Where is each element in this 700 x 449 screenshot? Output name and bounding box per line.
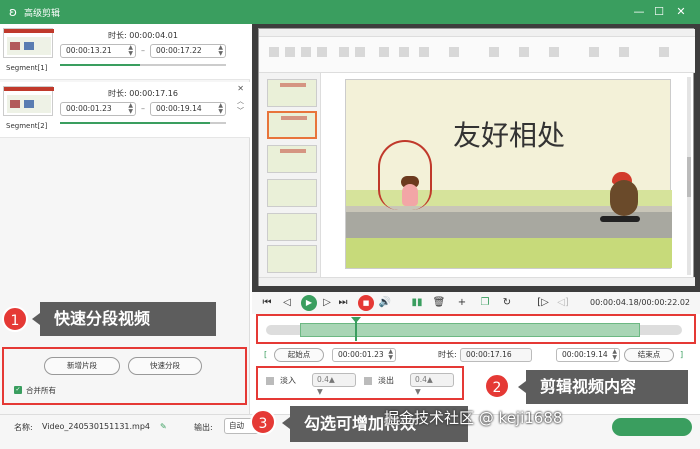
callout-edit: 剪辑视频内容 [518,370,688,404]
fade-out-input[interactable]: 0.4▲ ▼ [410,373,454,396]
girl-illustration [402,184,418,206]
app-logo-icon: ʚ [9,5,17,19]
playback-timecode: 00:00:04.18/00:00:22.02 [590,298,690,307]
range-end-input[interactable]: 00:00:19.14 ▲ ▼ [556,348,620,362]
end-bracket-icon: ] [680,350,684,359]
segment-duration: 时长: 00:00:04.01 [108,31,178,40]
timeline-selection[interactable] [300,323,640,337]
range-dash: – [141,46,145,55]
spinner-icon: ▲ ▼ [388,348,393,361]
range-duration-label: 时长: [438,350,457,359]
fade-in-input[interactable]: 0.4▲ ▼ [312,373,356,396]
delete-icon[interactable]: 🗑 [432,296,446,310]
ppt-slide: 友好相处 [345,79,672,269]
segment-start-input[interactable]: 00:00:01.23 ▲ ▼ [60,102,136,116]
reset-icon[interactable]: ↻ [500,296,514,310]
segment-progress-fill [60,64,140,66]
new-segment-button[interactable]: 新增片段 [44,357,120,375]
play-button[interactable]: ▶ [301,295,317,311]
segment-thumbnail [3,28,54,58]
spinner-icon: ▲ ▼ [128,102,133,115]
segment-label: Segment[2] [6,122,48,130]
mark-out-icon[interactable]: ◁] [556,296,570,310]
window-title: 高级剪辑 [24,9,61,19]
range-dash: – [141,104,145,113]
segment-thumbnail [3,86,54,116]
slide-thumbnail [267,79,317,107]
ppt-scrollbar [687,77,691,275]
split-icon[interactable]: ▮▮ [410,296,424,310]
spinner-icon: ▲ ▼ [218,44,223,57]
skateboard-illustration [600,216,640,222]
range-start-input[interactable]: 00:00:01.23 ▲ ▼ [332,348,396,362]
slide-thumbnail [267,145,317,173]
segment-label: Segment[1] [6,64,48,72]
quick-split-button[interactable]: 快速分段 [128,357,202,375]
segment-end-input[interactable]: 00:00:17.22 ▲ ▼ [150,44,226,58]
callout-badge-1: 1 [2,306,28,332]
slide-thumbnail [267,179,317,207]
callout-badge-2: 2 [484,373,510,399]
callout-badge-3: 3 [250,409,276,435]
ppt-titlebar [259,29,695,37]
merge-all-label: 合并所有 [26,386,56,395]
ppt-statusbar [259,277,695,286]
preview-frame: 友好相处 [258,28,695,286]
maximize-button[interactable]: ☐ [650,3,668,21]
ppt-slide-list [259,73,321,277]
segment-end-input[interactable]: 00:00:19.14 ▲ ▼ [150,102,226,116]
watermark: 掘金技术社区 @ keji1688 [384,409,563,427]
callout-split: 快速分段视频 [32,302,216,336]
output-label: 输出: [194,423,213,432]
slide-thumbnail [267,213,317,241]
segment-duration: 时长: 00:00:17.16 [108,89,178,98]
slide-thumbnail [267,111,317,139]
edit-name-icon[interactable]: ✎ [160,422,167,431]
segment-progress-fill [60,122,210,124]
volume-icon[interactable]: 🔊 [378,296,392,310]
merge-all-checkbox[interactable]: ✓ [14,386,22,394]
fade-in-checkbox[interactable] [266,377,274,385]
copy-icon[interactable]: ❐ [478,296,492,310]
title-bar: ʚ 高级剪辑 — ☐ ✕ [0,0,700,24]
go-end-icon[interactable]: ⏭ [336,296,350,310]
ppt-ribbon [259,37,695,73]
fade-out-label: 淡出 [378,376,394,385]
move-down-icon[interactable]: ﹀ [237,106,244,116]
go-start-icon[interactable]: ⏮ [260,296,274,310]
delete-segment-icon[interactable]: ✕ [237,84,244,93]
segment-item[interactable]: Segment[1] 时长: 00:00:04.01 00:00:13.21 ▲ ▼… [0,24,250,80]
set-start-button[interactable]: 起始点 [274,348,324,362]
boy-illustration [610,180,638,216]
fade-in-label: 淡入 [280,376,296,385]
start-bracket-icon: [ [264,350,268,359]
file-name-value: Video_240530151131.mp4 [42,422,150,431]
split-controls-highlight [2,347,247,405]
spinner-icon: ▲ ▼ [128,44,133,57]
minimize-button[interactable]: — [630,3,648,21]
set-end-button[interactable]: 结束点 [624,348,674,362]
slide-thumbnail [267,245,317,273]
mark-in-icon[interactable]: [▷ [536,296,550,310]
fade-out-checkbox[interactable] [364,377,372,385]
prev-frame-icon[interactable]: ◁ [280,296,294,310]
segment-start-input[interactable]: 00:00:13.21 ▲ ▼ [60,44,136,58]
stop-button[interactable]: ■ [358,295,374,311]
spinner-icon: ▲ ▼ [612,348,617,361]
file-name-label: 名称: [14,423,33,432]
spinner-icon: ▲ ▼ [218,102,223,115]
close-button[interactable]: ✕ [672,3,690,21]
next-frame-icon[interactable]: ▷ [320,296,334,310]
add-icon[interactable]: + [455,296,469,310]
move-up-icon[interactable]: ︿ [237,96,244,106]
confirm-button[interactable] [612,418,692,436]
segment-item[interactable]: Segment[2] 时长: 00:00:17.16 00:00:01.23 ▲ ▼… [0,82,250,138]
range-duration-value: 00:00:17.16 [460,348,532,362]
